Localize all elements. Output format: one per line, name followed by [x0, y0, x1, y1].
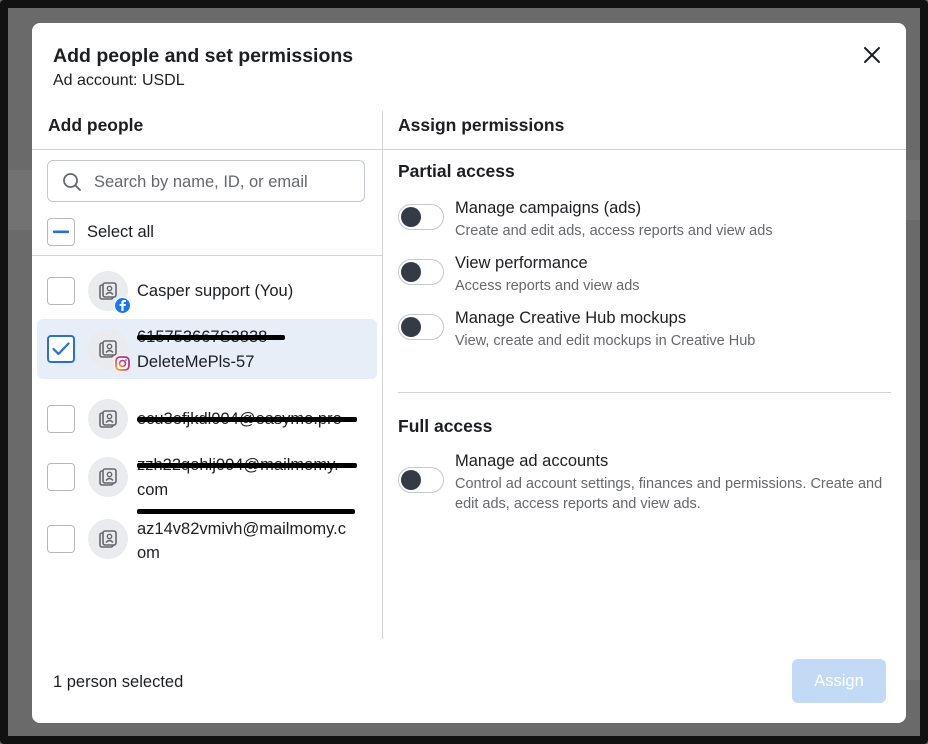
selection-count: 1 person selected: [53, 673, 184, 691]
permission-description: Create and edit ads, access reports and …: [455, 223, 773, 239]
search-box[interactable]: [47, 160, 365, 203]
person-email-continued: com: [137, 481, 169, 499]
redaction-mark: [137, 335, 285, 340]
person-checkbox[interactable]: [47, 463, 75, 491]
person-name: Casper support (You): [137, 282, 294, 300]
toggle-knob: [401, 317, 421, 337]
avatar: [88, 457, 128, 497]
person-email-continued: om: [137, 544, 160, 562]
user-badge-icon: [99, 282, 117, 300]
view-performance-toggle[interactable]: [398, 259, 444, 285]
person-name: DeleteMePls-57: [137, 353, 255, 371]
avatar: [88, 329, 131, 372]
toggle-knob: [401, 207, 421, 227]
person-row[interactable]: zzh22qohlj004@mailmomy. com: [37, 447, 377, 509]
person-row[interactable]: az14v82vmivh@mailmomy.c om: [37, 509, 377, 571]
person-email: az14v82vmivh@mailmomy.c: [137, 520, 346, 538]
assign-button[interactable]: Assign: [792, 659, 886, 703]
avatar: [88, 271, 131, 314]
assign-permissions-panel: Assign permissions Partial access Manage…: [383, 111, 906, 639]
add-people-dialog: Add people and set permissions Ad accoun…: [32, 23, 906, 723]
manage-campaigns-toggle[interactable]: [398, 204, 444, 230]
select-all-label: Select all: [87, 222, 154, 241]
instagram-icon: [114, 355, 131, 372]
divider: [32, 255, 382, 256]
avatar: [88, 399, 128, 439]
permission-manage-campaigns: Manage campaigns (ads) Create and edit a…: [398, 199, 893, 247]
manage-creative-hub-toggle[interactable]: [398, 314, 444, 340]
permission-title: Manage Creative Hub mockups: [455, 309, 687, 327]
partial-access-title: Partial access: [398, 161, 515, 181]
permission-title: View performance: [455, 254, 588, 272]
person-checkbox[interactable]: [47, 335, 75, 363]
redaction-mark: [137, 417, 357, 422]
person-checkbox[interactable]: [47, 405, 75, 433]
redaction-mark: [137, 463, 357, 468]
person-row[interactable]: 615753667S3838 DeleteMePls-57: [37, 319, 377, 379]
dialog-subtitle: Ad account: USDL: [53, 72, 185, 89]
person-checkbox[interactable]: [47, 525, 75, 553]
user-badge-icon: [99, 468, 117, 486]
facebook-icon: [114, 297, 131, 314]
permission-manage-creative-hub: Manage Creative Hub mockups View, create…: [398, 309, 893, 357]
permission-view-performance: View performance Access reports and view…: [398, 254, 893, 302]
permission-title: Manage ad accounts: [455, 452, 609, 470]
dialog-title: Add people and set permissions: [53, 45, 354, 67]
indeterminate-checkbox-icon: [47, 218, 75, 246]
permission-manage-ad-accounts: Manage ad accounts Control ad account se…: [398, 430, 893, 512]
toggle-knob: [401, 470, 421, 490]
assign-permissions-heading: Assign permissions: [398, 115, 565, 135]
divider: [32, 149, 382, 150]
permission-title: Manage campaigns (ads): [455, 199, 642, 217]
toggle-knob: [401, 262, 421, 282]
select-all-checkbox[interactable]: Select all: [47, 217, 154, 247]
search-icon: [63, 173, 81, 191]
divider: [398, 392, 891, 393]
permission-description: Access reports and view ads: [455, 278, 640, 294]
avatar: [88, 519, 128, 559]
person-row[interactable]: Casper support (You): [37, 263, 377, 319]
permission-description: View, create and edit mockups in Creativ…: [455, 333, 756, 349]
close-button[interactable]: [860, 43, 884, 67]
user-badge-icon: [99, 530, 117, 548]
redaction-mark: [137, 509, 355, 514]
user-badge-icon: [99, 410, 117, 428]
add-people-heading: Add people: [48, 115, 144, 135]
checkmark-icon: [52, 342, 70, 356]
divider: [383, 149, 906, 150]
search-input[interactable]: [92, 161, 362, 203]
permission-description: Control ad account settings, finances an…: [455, 476, 883, 512]
close-icon: [864, 47, 880, 63]
manage-ad-accounts-toggle[interactable]: [398, 467, 444, 493]
person-row[interactable]: ecu3efjkdl004@easymo.pro: [37, 391, 377, 447]
add-people-panel: Add people Select all: [32, 111, 383, 639]
person-checkbox[interactable]: [47, 277, 75, 305]
